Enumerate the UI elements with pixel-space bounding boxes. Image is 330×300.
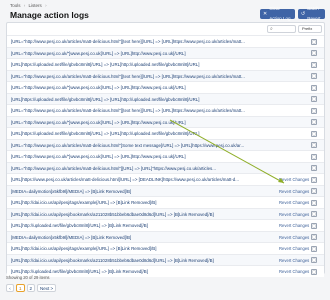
table-row: [URL]http://dai.icio.us/api/pesj/tags/ex… [7,196,324,208]
breadcrumb: Tools › Listers › [10,3,49,8]
table-row: [URL="http://www.pesj.co.uk/"]www.pesj.c… [7,46,324,58]
log-entry-text: [MEDIA=dailymotion]x5kfb9l[/MEDIA] => [B… [11,234,132,240]
row-delete-icon[interactable]: ▢ [311,257,317,263]
batch-revert-button[interactable]: ↺ Batch Revert [298,6,325,21]
table-row: [URL]https://www.pesj.co.uk/articles/mat… [7,173,324,185]
row-delete-icon[interactable]: ▢ [311,188,317,194]
revert-changes-link[interactable]: Revert Changes [279,223,309,228]
table-row: [URL]https://uploaded.net/file/gbvbc8ml8… [7,58,324,70]
log-entry-text: [URL="http://www.pesj.co.uk/"]www.pesj.c… [11,50,186,56]
clear-action-log-button[interactable]: ✕ Clear Action Log [260,6,295,21]
log-entry-text: [MEDIA=dailymotion]x5kfb9l[/MEDIA] => [B… [11,188,132,194]
row-delete-icon[interactable]: ▢ [311,268,317,275]
row-delete-icon[interactable]: ▢ [311,84,317,91]
table-row: [URL="http://www.pesj.co.uk/articles/mat… [7,161,324,173]
revert-changes-link[interactable]: Revert Changes [279,177,309,182]
row-delete-icon[interactable]: ▢ [311,73,317,79]
prefix-filter-button[interactable]: Prefix [298,25,322,33]
row-delete-icon[interactable]: ▢ [311,245,317,252]
row-delete-icon[interactable]: ▢ [311,142,317,148]
row-delete-icon[interactable]: ▢ [311,107,317,114]
breadcrumb-item-listers[interactable]: Listers [29,3,42,8]
table-row: [URL="http://www.pesj.co.uk/articles/mat… [7,104,324,116]
log-entry-text: [URL]http://uploaded.net/file/gbvbc8ml8[… [11,223,148,229]
table-row: [URL="http://www.pesj.co.uk/"]www.pesj.c… [7,81,324,93]
table-row: [URL="http://www.pesj.co.uk/articles/mat… [7,35,324,47]
table-row: [URL]http://uploaded.net/file/gbvbc8ml8[… [7,265,324,277]
pagination: ‹ 1 2 Next > [6,284,57,292]
row-delete-icon[interactable]: ▢ [311,234,317,240]
log-entry-text: [URL="http://www.pesj.co.uk/articles/mat… [11,73,245,79]
log-entry-text: [URL]http://dai.icio.us/api/pesj/tags/ex… [11,246,157,252]
pagination-prev-button[interactable]: ‹ [6,284,14,292]
row-delete-icon[interactable]: ▢ [311,119,317,125]
action-log-list: ⌕ Prefix [URL="http://www.pesj.co.uk/art… [6,22,325,277]
log-entry-text: [URL]https://uploaded.net/file/gbvbc8ml8… [11,62,200,68]
page-title: Manage action logs [10,10,89,20]
pagination-page-1[interactable]: 1 [16,284,25,292]
search-input[interactable]: ⌕ [267,25,296,33]
row-delete-icon[interactable]: ▢ [311,199,317,206]
pagination-page-2[interactable]: 2 [26,284,36,292]
revert-changes-link[interactable]: Revert Changes [279,258,309,263]
search-icon: ⌕ [270,26,273,32]
log-entry-text: [URL="http://www.pesj.co.uk/articles/mat… [11,142,245,148]
pagination-next-button[interactable]: Next > [37,284,57,292]
table-row: [MEDIA=dailymotion]x5kfb9l[/MEDIA] => [B… [7,230,324,242]
breadcrumb-separator-icon: › [45,3,47,8]
log-entry-text: [URL="http://www.pesj.co.uk/articles/mat… [11,108,245,114]
row-delete-icon[interactable]: ▢ [311,153,317,160]
log-entry-text: [URL]http://dai.icio.us/api/pesj/bookmar… [11,211,214,217]
log-entry-text: [URL]http://dai.icio.us/api/pesj/bookmar… [11,257,214,263]
revert-changes-link[interactable]: Revert Changes [279,189,309,194]
row-delete-icon[interactable]: ▢ [311,176,317,183]
revert-changes-link[interactable]: Revert Changes [279,235,309,240]
row-delete-icon[interactable]: ▢ [311,211,317,217]
log-entry-text: [URL="http://www.pesj.co.uk/"]www.pesj.c… [11,85,186,91]
log-entry-text: [URL]http://uploaded.net/file/gbvbc8ml8[… [11,269,148,275]
table-row: [URL="http://www.pesj.co.uk/articles/mat… [7,138,324,150]
row-delete-icon[interactable]: ▢ [311,38,317,45]
revert-changes-link[interactable]: Revert Changes [279,246,309,251]
row-delete-icon[interactable]: ▢ [311,50,317,56]
row-delete-icon[interactable]: ▢ [311,61,317,68]
table-row: [URL]http://dai.icio.us/api/pesj/bookmar… [7,207,324,219]
table-row: [URL="http://www.pesj.co.uk/articles/mat… [7,69,324,81]
showing-count: Showing 20 of 29 items [6,275,50,280]
revert-changes-link[interactable]: Revert Changes [279,200,309,205]
log-entry-text: [URL="http://www.pesj.co.uk/articles/mat… [11,165,216,171]
row-delete-icon[interactable]: ▢ [311,96,317,102]
row-delete-icon[interactable]: ▢ [311,222,317,229]
row-delete-icon[interactable]: ▢ [311,130,317,137]
log-entry-text: [URL="http://www.pesj.co.uk/"]www.pesj.c… [11,119,186,125]
table-row: [URL]http://dai.icio.us/api/pesj/tags/ex… [7,242,324,254]
table-row: [URL]http://uploaded.net/file/gbvbc8ml8[… [7,219,324,231]
log-entry-text: [URL]http://dai.icio.us/api/pesj/tags/ex… [11,200,157,206]
table-row: [URL]http://dai.icio.us/api/pesj/bookmar… [7,253,324,265]
breadcrumb-separator-icon: › [23,3,26,8]
log-entry-text: [URL="http://www.pesj.co.uk/articles/mat… [11,39,245,45]
table-row: [MEDIA=dailymotion]x5kfb9l[/MEDIA] => [B… [7,184,324,196]
batch-revert-label: Batch Revert [307,6,321,21]
row-delete-icon[interactable]: ▢ [311,165,317,171]
breadcrumb-item-tools[interactable]: Tools [10,3,21,8]
clear-action-log-label: Clear Action Log [269,6,291,21]
revert-changes-link[interactable]: Revert Changes [279,269,309,274]
table-row: [URL]https://uploaded.net/file/gbvbc8ml8… [7,127,324,139]
log-entry-text: [URL]https://uploaded.net/file/gbvbc8ml8… [11,96,200,102]
table-row: [URL="http://www.pesj.co.uk/"]www.pesj.c… [7,115,324,127]
log-entry-text: [URL]https://www.pesj.co.uk/articles/mat… [11,177,239,183]
trash-icon: ✕ [263,11,268,17]
undo-icon: ↺ [301,11,306,17]
table-row: [URL]https://uploaded.net/file/gbvbc8ml8… [7,92,324,104]
table-row: [URL="http://www.pesj.co.uk/"]www.pesj.c… [7,150,324,162]
log-entry-text: [URL]https://uploaded.net/file/gbvbc8ml8… [11,131,200,137]
revert-changes-link[interactable]: Revert Changes [279,212,309,217]
log-entry-text: [URL="http://www.pesj.co.uk/"]www.pesj.c… [11,154,186,160]
